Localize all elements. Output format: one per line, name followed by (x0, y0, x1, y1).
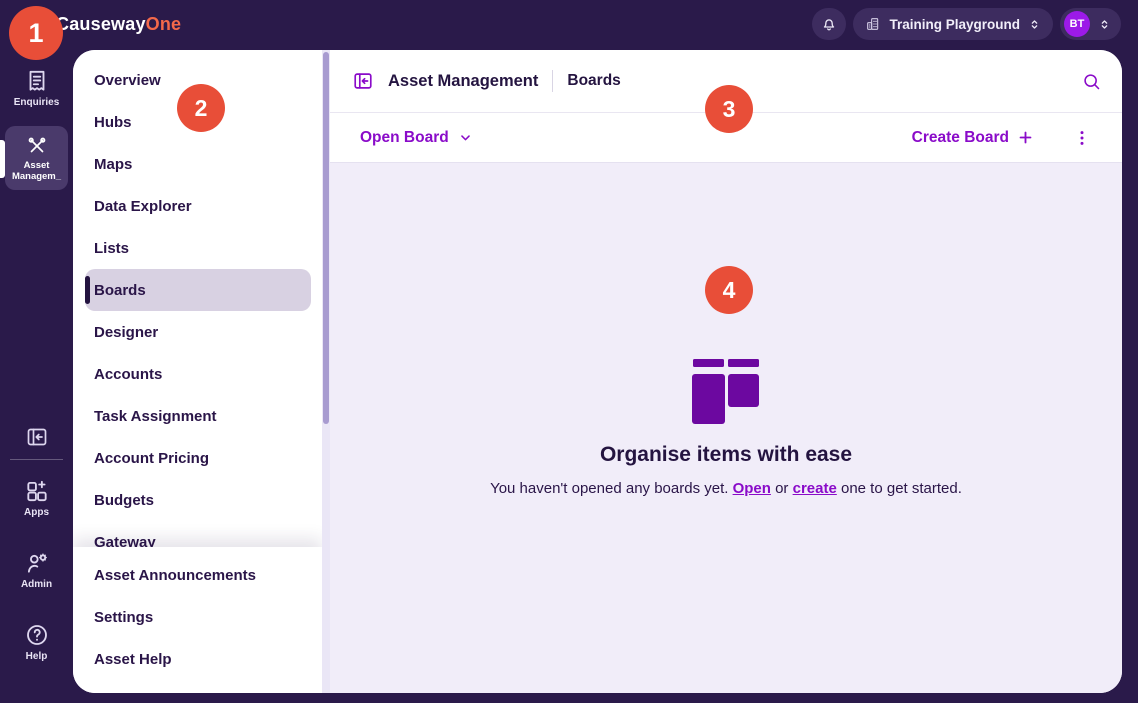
collapse-panel-icon (352, 70, 374, 92)
sidebar-item-label: Overview (94, 72, 161, 89)
annotation-marker-4: 4 (705, 266, 753, 314)
tools-icon (25, 134, 49, 158)
module-sidebar: Overview Hubs Maps Data Explorer Lists B… (73, 50, 322, 693)
sidebar-item-designer[interactable]: Designer (85, 311, 311, 353)
app-logo[interactable]: CausewayOne (56, 0, 181, 48)
sidebar-item-asset-help[interactable]: Asset Help (85, 638, 311, 680)
sidebar-item-label: Asset Announcements (94, 567, 256, 584)
empty-state-title: Organise items with ease (600, 443, 852, 467)
workspace-name: Training Playground (889, 17, 1020, 32)
rail-item-label: Admin (21, 579, 52, 590)
help-icon (24, 622, 50, 648)
empty-message-prefix: You haven't opened any boards yet. (490, 480, 733, 497)
annotation-marker-1: 1 (9, 6, 63, 60)
sidebar-item-label: Account Pricing (94, 450, 209, 467)
rail-selection-indicator (0, 140, 5, 178)
chevron-down-icon (457, 129, 474, 146)
collapse-sidebar-button[interactable] (352, 70, 374, 92)
breadcrumb-module[interactable]: Asset Management (388, 72, 538, 91)
rail-item-label: Apps (24, 507, 49, 518)
content-card: Overview Hubs Maps Data Explorer Lists B… (73, 50, 1122, 693)
more-options-button[interactable] (1072, 128, 1092, 148)
sidebar-item-label: Budgets (94, 492, 154, 509)
rail-item-label: Help (26, 651, 48, 662)
sidebar-item-label: Settings (94, 609, 153, 626)
sidebar-item-budgets[interactable]: Budgets (85, 479, 311, 521)
rail-item-label: Enquiries (14, 97, 60, 108)
open-board-dropdown[interactable]: Open Board (360, 129, 474, 147)
sidebar-item-label: Accounts (94, 366, 162, 383)
sidebar-scrollbar-thumb[interactable] (323, 52, 329, 424)
sidebar-item-label: Lists (94, 240, 129, 257)
sidebar-item-task-assignment[interactable]: Task Assignment (85, 395, 311, 437)
kebab-menu-icon (1072, 128, 1092, 148)
sidebar-item-maps[interactable]: Maps (85, 143, 311, 185)
rail-item-label: Asset Managem_ (8, 161, 66, 182)
logo-text-one: One (146, 14, 182, 35)
account-menu[interactable]: BT (1060, 8, 1121, 40)
rail-collapse-button[interactable] (0, 425, 73, 449)
empty-state: Organise items with ease You haven't ope… (330, 162, 1122, 693)
sidebar-item-data-explorer[interactable]: Data Explorer (85, 185, 311, 227)
admin-user-gear-icon (24, 550, 50, 576)
empty-state-message: You haven't opened any boards yet. Open … (490, 480, 962, 497)
sidebar-item-label: Task Assignment (94, 408, 217, 425)
chevron-updown-icon (1098, 18, 1111, 31)
apps-icon (24, 478, 50, 504)
plus-icon (1017, 129, 1034, 146)
sidebar-item-settings[interactable]: Settings (85, 596, 311, 638)
empty-message-suffix: one to get started. (837, 480, 962, 497)
annotation-marker-3: 3 (705, 85, 753, 133)
bell-icon (820, 15, 838, 33)
rail-item-admin[interactable]: Admin (0, 550, 73, 590)
building-icon (865, 16, 881, 32)
search-button[interactable] (1081, 71, 1102, 92)
sidebar-item-label: Designer (94, 324, 158, 341)
rail-item-asset-management[interactable]: Asset Managem_ (5, 126, 68, 190)
sidebar-item-label: Maps (94, 156, 132, 173)
app-header: CausewayOne Training Playground BT (0, 0, 1138, 48)
notifications-button[interactable] (812, 8, 846, 40)
create-board-link[interactable]: create (793, 480, 837, 497)
sidebar-item-lists[interactable]: Lists (85, 227, 311, 269)
sidebar-item-label: Data Explorer (94, 198, 192, 215)
sidebar-scrollbar (322, 50, 330, 693)
create-board-button[interactable]: Create Board (912, 129, 1034, 147)
rail-item-enquiries[interactable]: Enquiries (0, 68, 73, 108)
kanban-board-icon (692, 359, 760, 425)
receipt-icon (24, 68, 50, 94)
rail-item-apps[interactable]: Apps (0, 478, 73, 518)
chevron-updown-icon (1028, 18, 1041, 31)
collapse-panel-icon (25, 425, 49, 449)
sidebar-item-asset-announcements[interactable]: Asset Announcements (85, 554, 311, 596)
sidebar-item-account-pricing[interactable]: Account Pricing (85, 437, 311, 479)
sidebar-item-boards[interactable]: Boards (85, 269, 311, 311)
main-panel: Asset Management Boards Open Board Creat… (330, 50, 1122, 693)
search-icon (1081, 71, 1102, 92)
breadcrumb-page: Boards (567, 72, 620, 90)
breadcrumb-separator (552, 70, 553, 92)
workspace-switcher[interactable]: Training Playground (853, 8, 1053, 40)
empty-message-middle: or (771, 480, 793, 497)
open-board-link[interactable]: Open (733, 480, 771, 497)
sidebar-item-label: Asset Help (94, 651, 172, 668)
rail-divider (10, 459, 63, 460)
logo-text-causeway: Causeway (56, 14, 146, 35)
sidebar-item-accounts[interactable]: Accounts (85, 353, 311, 395)
sidebar-item-label: Boards (94, 282, 146, 299)
open-board-label: Open Board (360, 129, 449, 147)
sidebar-item-label: Hubs (94, 114, 132, 131)
module-rail: Enquiries Asset Managem_ Apps Admin Help (0, 48, 73, 703)
avatar: BT (1064, 11, 1090, 37)
create-board-label: Create Board (912, 129, 1009, 147)
sidebar-pinned-section: Asset Announcements Settings Asset Help (73, 547, 322, 693)
rail-item-help[interactable]: Help (0, 622, 73, 662)
annotation-marker-2: 2 (177, 84, 225, 132)
